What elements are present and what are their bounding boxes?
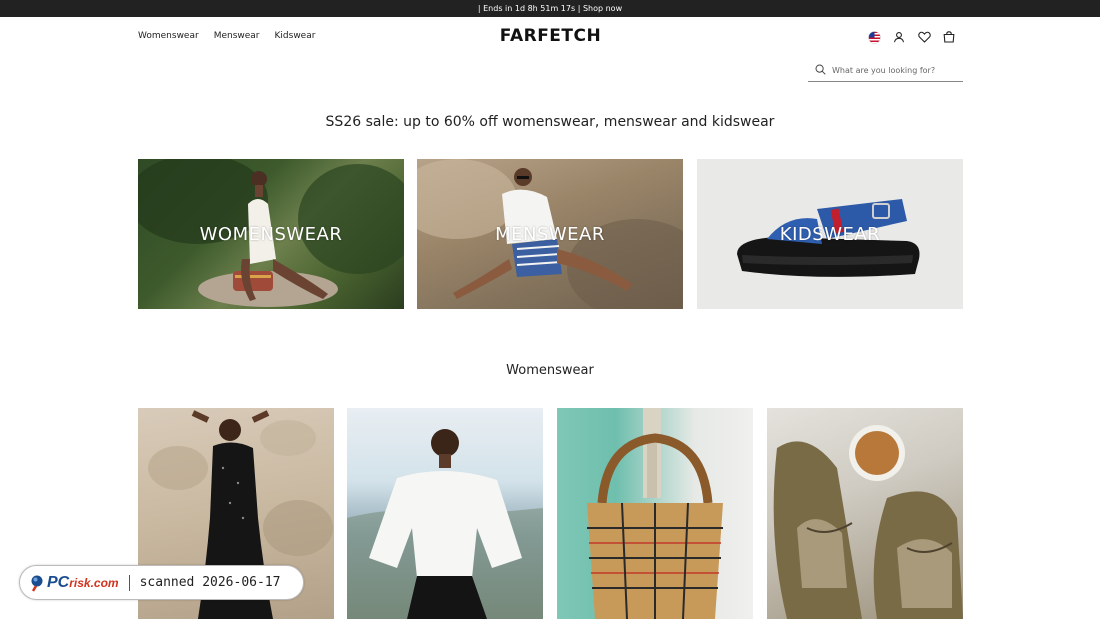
product-tile-boat-shoes[interactable] bbox=[767, 408, 963, 619]
promo-bar[interactable]: | Ends in 1d 8h 51m 17s | Shop now bbox=[0, 0, 1100, 17]
wishlist-heart-icon[interactable] bbox=[917, 30, 931, 44]
sale-headline: SS26 sale: up to 60% off womenswear, men… bbox=[325, 114, 775, 130]
category-label-menswear: MENSWEAR bbox=[495, 223, 605, 245]
search-input[interactable] bbox=[832, 66, 957, 75]
product-tile-plaid-tote[interactable] bbox=[557, 408, 753, 619]
pcrisk-logo-sub: risk.com bbox=[69, 575, 119, 590]
watermark-separator bbox=[128, 574, 130, 591]
nav-menswear[interactable]: Menswear bbox=[214, 31, 260, 41]
nav-kidswear[interactable]: Kidswear bbox=[275, 31, 316, 41]
site-header: Womenswear Menswear Kidswear FARFETCH bbox=[0, 17, 1100, 57]
header-icons bbox=[867, 30, 956, 44]
product-tile-white-blouse[interactable] bbox=[347, 408, 543, 619]
category-tile-kidswear[interactable]: KIDSWEAR bbox=[697, 159, 963, 309]
pcrisk-logo-main: PC bbox=[47, 573, 70, 591]
section-title-womenswear: Womenswear bbox=[506, 363, 594, 378]
product-image-plaid-tote bbox=[587, 408, 723, 619]
pcrisk-watermark: PC risk.com scanned 2026-06-17 bbox=[19, 565, 304, 600]
farfetch-logo[interactable]: FARFETCH bbox=[492, 26, 609, 46]
category-tile-menswear[interactable]: MENSWEAR bbox=[417, 159, 683, 309]
account-icon[interactable] bbox=[892, 30, 906, 44]
product-image-boat-shoes bbox=[773, 425, 963, 619]
search-bar[interactable] bbox=[808, 60, 963, 82]
category-label-kidswear: KIDSWEAR bbox=[779, 223, 881, 245]
pcrisk-logo: PC risk.com bbox=[30, 574, 119, 592]
shopping-bag-icon[interactable] bbox=[942, 30, 956, 44]
nav-womenswear[interactable]: Womenswear bbox=[138, 31, 199, 41]
category-label-womenswear: WOMENSWEAR bbox=[199, 223, 343, 245]
category-tile-womenswear[interactable]: WOMENSWEAR bbox=[138, 159, 404, 309]
promo-countdown-text[interactable]: | Ends in 1d 8h 51m 17s | Shop now bbox=[478, 4, 622, 13]
us-flag-icon[interactable] bbox=[867, 30, 881, 44]
main-nav: Womenswear Menswear Kidswear bbox=[138, 31, 315, 41]
product-image-white-blouse bbox=[347, 429, 543, 619]
watermark-scan-date: scanned 2026-06-17 bbox=[139, 575, 281, 590]
search-icon[interactable] bbox=[815, 62, 826, 80]
magnifier-logo-icon bbox=[31, 575, 43, 592]
